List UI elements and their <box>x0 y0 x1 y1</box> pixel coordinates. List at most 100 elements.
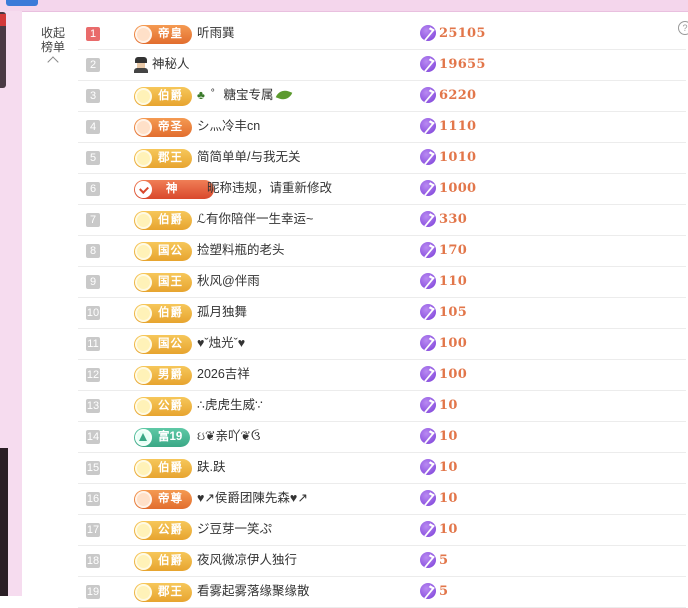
badge-label: 郡王 <box>158 152 183 164</box>
badge-label: 富19 <box>158 431 183 443</box>
user-name[interactable]: ℒ有你陪伴一生幸运~ <box>197 211 313 228</box>
list-item[interactable]: 2 神秘人 19655 <box>78 50 686 81</box>
user-name[interactable]: 2026吉祥 <box>197 366 250 383</box>
user-name[interactable]: 秋风@伴雨 <box>197 273 260 290</box>
list-item[interactable]: 11 国公 ♥ˇ烛光ˇ♥ 100 <box>78 329 686 360</box>
contribution-value: 5 <box>439 584 449 599</box>
noble-badge: 伯爵 <box>134 211 192 230</box>
ranking-list: 1 帝皇 听雨巽 25105 2 神秘人 19655 3 伯爵 ♣ ゜糖宝专属 6… <box>78 19 686 608</box>
list-item[interactable]: 1 帝皇 听雨巽 25105 <box>78 19 686 50</box>
user-name[interactable]: ジ豆芽一笑ぷ <box>197 521 272 538</box>
crown-icon <box>135 553 152 570</box>
badge-label: 郡王 <box>158 586 183 598</box>
noble-badge: 帝尊 <box>134 490 192 509</box>
noble-badge: 帝皇 <box>134 25 192 44</box>
rank-number: 8 <box>86 244 100 258</box>
badge-label: 帝尊 <box>158 493 183 505</box>
rank-number: 11 <box>86 337 100 351</box>
list-item[interactable]: 17 公爵 ジ豆芽一笑ぷ 10 <box>78 515 686 546</box>
collapse-ranking-button[interactable]: 收起榜单 <box>38 26 68 68</box>
badge-label: 公爵 <box>158 400 183 412</box>
top-bar <box>0 0 688 12</box>
rank-number: 18 <box>86 554 100 568</box>
collapse-ranking-label: 收起榜单 <box>40 26 65 54</box>
rank-number: 19 <box>86 585 100 599</box>
noble-badge: 帝圣 <box>134 118 192 137</box>
list-item[interactable]: 8 国公 捡塑料瓶的老头 170 <box>78 236 686 267</box>
user-name[interactable]: 看雾起雾落缘聚缘散 <box>197 583 310 600</box>
noble-badge: 国公 <box>134 242 192 261</box>
list-item[interactable]: 3 伯爵 ♣ ゜糖宝专属 6220 <box>78 81 686 112</box>
lightning-coin-icon <box>420 490 436 506</box>
list-item[interactable]: 13 公爵 ∴虎虎生威∵ 10 <box>78 391 686 422</box>
list-item[interactable]: 6 神 昵称违规，请重新修改 1000 <box>78 174 686 205</box>
lightning-coin-icon <box>420 180 436 196</box>
badge-label: 国王 <box>158 276 183 288</box>
list-item[interactable]: 15 伯爵 趺.趺 10 <box>78 453 686 484</box>
lightning-coin-icon <box>420 459 436 475</box>
contribution-value: 10 <box>439 522 458 537</box>
user-name[interactable]: ♥ˇ烛光ˇ♥ <box>197 335 245 352</box>
list-item[interactable]: 5 郡王 简简单单/与我无关 1010 <box>78 143 686 174</box>
side-video-thumbnail[interactable] <box>0 12 6 88</box>
badge-label: 神 <box>166 183 179 195</box>
user-name[interactable]: 神秘人 <box>152 56 190 73</box>
noble-badge: 公爵 <box>134 521 192 540</box>
crown-icon <box>135 274 152 291</box>
contribution-value: 110 <box>439 274 468 289</box>
logo <box>6 0 38 6</box>
contribution-value: 10 <box>439 398 458 413</box>
noble-badge: 国王 <box>134 273 192 292</box>
mystery-person-icon <box>134 57 148 73</box>
crown-icon <box>135 336 152 353</box>
user-name[interactable]: 孤月独舞 <box>197 304 247 321</box>
lightning-coin-icon <box>420 118 436 134</box>
list-item[interactable]: 18 伯爵 夜风微凉伊人独行 5 <box>78 546 686 577</box>
lightning-coin-icon <box>420 335 436 351</box>
list-item[interactable]: 9 国王 秋风@伴雨 110 <box>78 267 686 298</box>
badge-label: 伯爵 <box>158 307 183 319</box>
contribution-value: 1010 <box>439 150 477 165</box>
rank-number: 10 <box>86 306 100 320</box>
rank-number: 3 <box>86 89 100 103</box>
list-item[interactable]: 10 伯爵 孤月独舞 105 <box>78 298 686 329</box>
user-name[interactable]: シ灬冷丰cn <box>197 118 260 135</box>
wealth-badge: 富19 <box>134 428 190 447</box>
contribution-value: 1000 <box>439 181 477 196</box>
list-item[interactable]: 14 富19 ઇ❦亲吖❦ઉ 10 <box>78 422 686 453</box>
noble-badge: 伯爵 <box>134 552 192 571</box>
user-name[interactable]: 捡塑料瓶的老头 <box>197 242 285 259</box>
crown-icon <box>135 26 152 43</box>
contribution-value: 19655 <box>439 57 486 72</box>
badge-label: 帝皇 <box>158 28 183 40</box>
lightning-coin-icon <box>420 428 436 444</box>
list-item[interactable]: 4 帝圣 シ灬冷丰cn 1110 <box>78 112 686 143</box>
list-item[interactable]: 16 帝尊 ♥↗侯爵团陳先森♥↗ 10 <box>78 484 686 515</box>
user-name[interactable]: 昵称违规，请重新修改 <box>207 180 332 197</box>
crown-icon <box>135 305 152 322</box>
user-name[interactable]: ♥↗侯爵团陳先森♥↗ <box>197 490 308 507</box>
list-item[interactable]: 7 伯爵 ℒ有你陪伴一生幸运~ 330 <box>78 205 686 236</box>
user-name[interactable]: 听雨巽 <box>197 25 235 42</box>
list-item[interactable]: 12 男爵 2026吉祥 100 <box>78 360 686 391</box>
user-name[interactable]: 简简单单/与我无关 <box>197 149 300 166</box>
contribution-value: 6220 <box>439 88 477 103</box>
user-name[interactable]: ♣ ゜糖宝专属 <box>197 87 292 104</box>
user-name[interactable]: 夜风微凉伊人独行 <box>197 552 297 569</box>
list-item[interactable]: 19 郡王 看雾起雾落缘聚缘散 5 <box>78 577 686 608</box>
crown-icon <box>135 367 152 384</box>
user-name[interactable]: ∴虎虎生威∵ <box>197 397 263 414</box>
god-emblem-icon <box>135 181 152 198</box>
user-name[interactable]: ઇ❦亲吖❦ઉ <box>197 428 260 445</box>
rank-number: 1 <box>86 27 100 41</box>
contribution-value: 25105 <box>439 26 486 41</box>
side-video-thumbnail-2[interactable] <box>0 448 8 596</box>
noble-badge: 郡王 <box>134 583 192 602</box>
rank-number: 6 <box>86 182 100 196</box>
user-name[interactable]: 趺.趺 <box>197 459 225 476</box>
lightning-coin-icon <box>420 242 436 258</box>
badge-label: 国公 <box>158 245 183 257</box>
ranking-panel: 收起榜单 ? 1 帝皇 听雨巽 25105 2 神秘人 19655 3 伯爵 ♣… <box>22 12 688 608</box>
lightning-coin-icon <box>420 149 436 165</box>
lightning-coin-icon <box>420 366 436 382</box>
